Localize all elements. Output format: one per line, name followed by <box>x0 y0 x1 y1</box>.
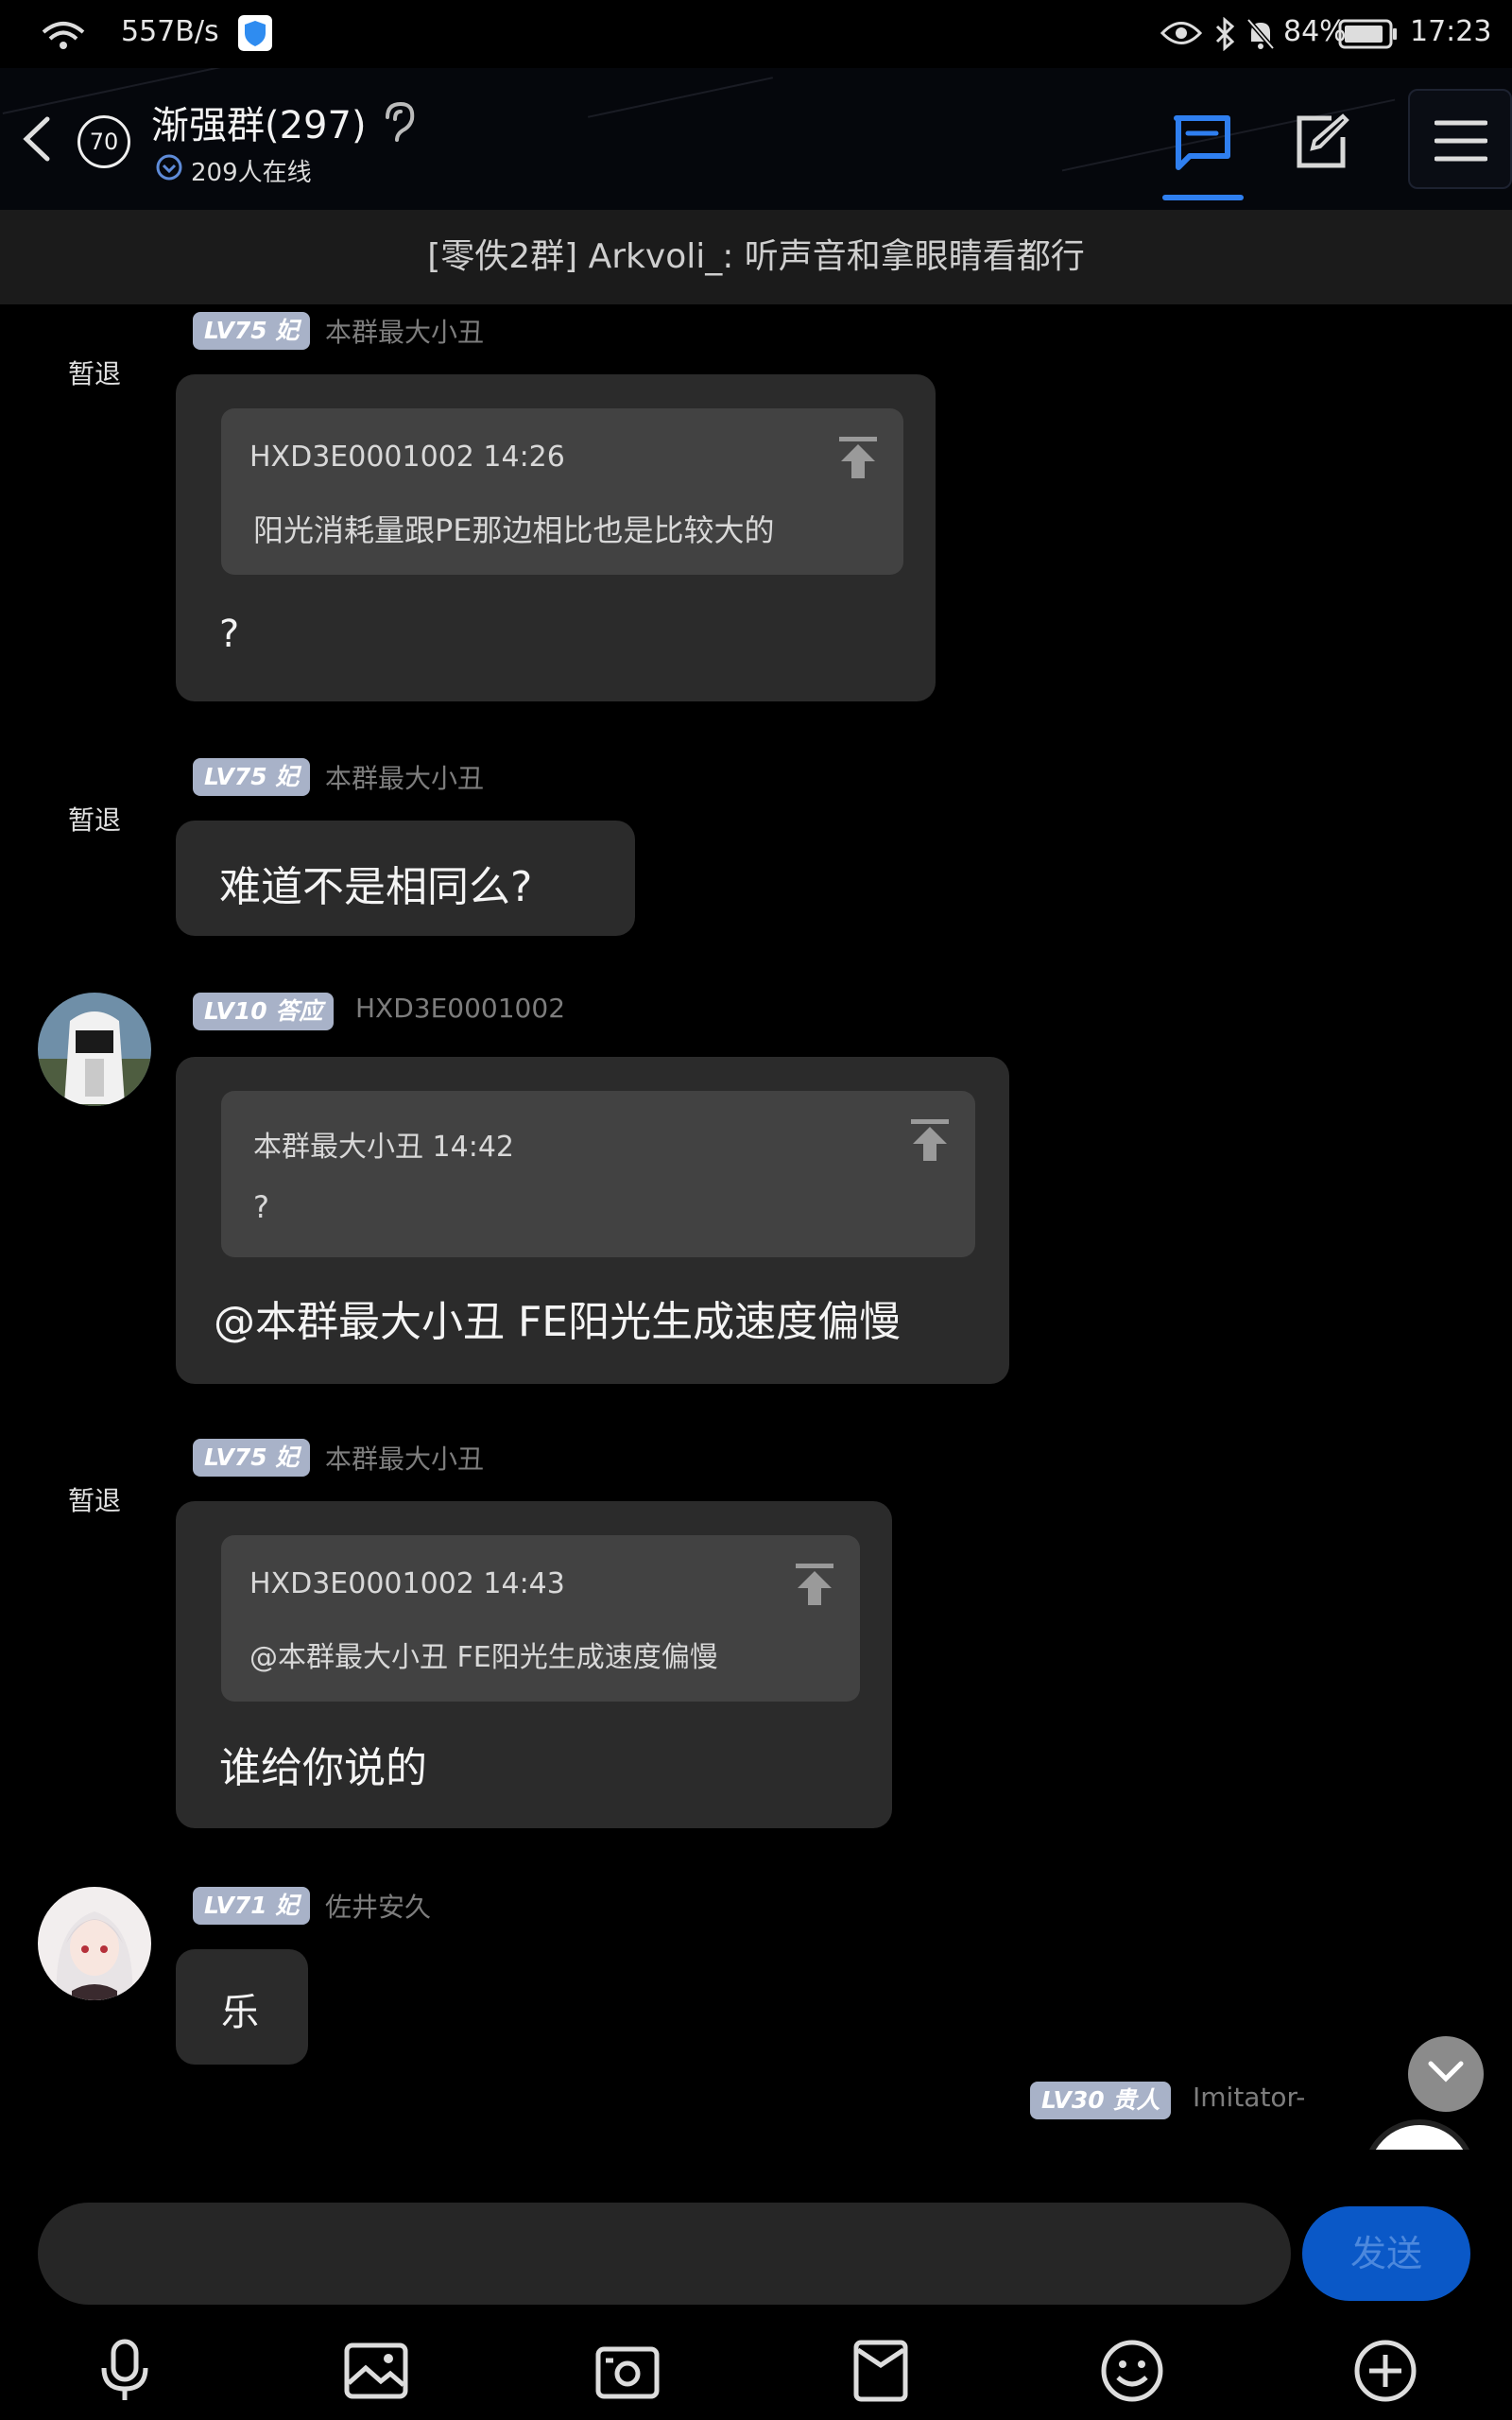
eye-icon <box>1160 19 1203 55</box>
status-label: 暂退 <box>68 804 122 836</box>
message-text: ? <box>219 613 240 656</box>
jump-to-top-icon[interactable] <box>839 437 877 482</box>
quote-header: 本群最大小丑 14:42 <box>253 1131 514 1164</box>
input-toolbar <box>0 2324 1512 2420</box>
message-text: 谁给你说的 <box>219 1744 427 1792</box>
announcement-banner[interactable]: [零佚2群] Arkvoli_: 听声音和拿眼睛看都行 <box>0 210 1512 304</box>
level-badge: LV10 答应 <box>193 993 335 1030</box>
chat-tab-icon[interactable] <box>1164 104 1240 180</box>
quote-header: HXD3E0001002 14:26 <box>249 441 565 474</box>
message-bubble[interactable]: HXD3E0001002 14:43 @本群最大小丑 FE阳光生成速度偏慢 谁给… <box>176 1501 892 1828</box>
avatar[interactable] <box>38 1887 151 2000</box>
avatar[interactable] <box>1363 2119 1476 2150</box>
jump-to-top-icon[interactable] <box>911 1119 949 1165</box>
quoted-message[interactable]: HXD3E0001002 14:43 @本群最大小丑 FE阳光生成速度偏慢 <box>221 1535 860 1702</box>
back-icon[interactable] <box>17 113 59 164</box>
microphone-icon[interactable] <box>87 2333 163 2409</box>
ear-icon[interactable] <box>380 100 418 149</box>
image-icon[interactable] <box>338 2333 414 2409</box>
sender-name[interactable]: 本群最大小丑 <box>325 312 484 350</box>
message-input[interactable] <box>38 2203 1291 2305</box>
sender-name[interactable]: 本群最大小丑 <box>325 1439 484 1477</box>
clock: 17:23 <box>1410 15 1492 48</box>
edit-icon[interactable] <box>1283 104 1359 180</box>
message-text: 乐 <box>221 1991 259 2034</box>
level-badge: LV71 妃 <box>193 1887 311 1925</box>
sender-name[interactable]: 本群最大小丑 <box>325 758 484 796</box>
avatar[interactable] <box>38 993 151 1106</box>
quoted-message[interactable]: 本群最大小丑 14:42 ? <box>221 1091 975 1257</box>
level-badge: LV75 妃 <box>193 1439 311 1477</box>
quote-body: 阳光消耗量跟PE那边相比也是比较大的 <box>253 512 775 548</box>
status-label: 暂退 <box>68 1485 122 1516</box>
battery-icon <box>1338 19 1399 57</box>
wifi-icon <box>38 17 89 59</box>
status-bar: 557B/s 84% 17:23 <box>0 0 1512 68</box>
battery-percent: 84% <box>1283 15 1347 48</box>
quote-body: @本群最大小丑 FE阳光生成速度偏慢 <box>249 1641 718 1674</box>
chevron-down-icon <box>1427 2060 1465 2088</box>
menu-icon <box>1434 119 1488 166</box>
message-bubble[interactable]: 难道不是相同么? <box>176 821 635 936</box>
message-bubble[interactable]: 乐 <box>176 1949 308 2065</box>
level-badge: LV75 妃 <box>193 312 311 350</box>
plus-icon[interactable] <box>1348 2333 1423 2409</box>
quoted-message[interactable]: HXD3E0001002 14:26 阳光消耗量跟PE那边相比也是比较大的 <box>221 408 903 575</box>
scroll-to-bottom-button[interactable] <box>1408 2036 1484 2112</box>
network-speed: 557B/s <box>121 15 219 48</box>
level-badge: LV30 贵人 <box>1030 2082 1172 2119</box>
status-label: 暂退 <box>68 358 122 389</box>
sender-name[interactable]: Imitator- <box>1193 2082 1305 2113</box>
jump-to-top-icon[interactable] <box>796 1564 833 1609</box>
chevron-down-icon <box>155 153 183 188</box>
active-tab-indicator <box>1162 195 1244 200</box>
bluetooth-icon <box>1211 16 1238 59</box>
sender-name[interactable]: 佐井安久 <box>325 1887 431 1925</box>
message-list[interactable]: LV75 妃 本群最大小丑 暂退 HXD3E0001002 14:26 阳光消耗… <box>0 304 1512 2150</box>
mute-bell-icon <box>1246 17 1276 59</box>
sender-name[interactable]: HXD3E0001002 <box>355 993 565 1024</box>
message-text: 难道不是相同么? <box>219 863 533 911</box>
message-bubble[interactable]: 本群最大小丑 14:42 ? @本群最大小丑 FE阳光生成速度偏慢 <box>176 1057 1009 1384</box>
chat-header: 70 渐强群(297) 209人在线 <box>0 68 1512 210</box>
level-badge: LV75 妃 <box>193 758 311 796</box>
menu-button[interactable] <box>1408 89 1512 189</box>
red-packet-icon[interactable] <box>843 2333 919 2409</box>
message-bubble[interactable]: HXD3E0001002 14:26 阳光消耗量跟PE那边相比也是比较大的 ? <box>176 374 936 701</box>
quote-header: HXD3E0001002 14:43 <box>249 1567 565 1600</box>
online-status[interactable]: 209人在线 <box>155 153 312 188</box>
group-title[interactable]: 渐强群(297) <box>151 95 367 149</box>
send-button[interactable]: 发送 <box>1302 2206 1470 2301</box>
unread-count-badge[interactable]: 70 <box>77 115 130 168</box>
emoji-icon[interactable] <box>1094 2333 1170 2409</box>
camera-icon[interactable] <box>590 2333 665 2409</box>
shield-icon <box>238 15 272 59</box>
message-text: @本群最大小丑 FE阳光生成速度偏慢 <box>214 1298 902 1346</box>
online-count: 209人在线 <box>191 159 312 187</box>
quote-body: ? <box>253 1189 269 1225</box>
